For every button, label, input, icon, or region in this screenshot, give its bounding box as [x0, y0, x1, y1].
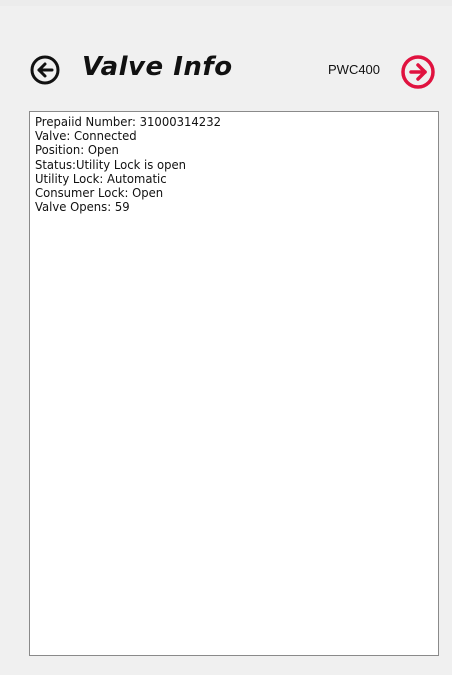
valve-connection-line: Valve: Connected [35, 128, 137, 144]
device-model-label: PWC400 [328, 62, 381, 77]
page-title: Valve Info [82, 52, 233, 82]
top-strip [0, 0, 452, 6]
back-button[interactable] [29, 54, 61, 86]
prepaid-number-line: Prepaiid Number: 31000314232 [35, 114, 221, 129]
forward-button[interactable] [400, 54, 436, 90]
arrow-left-circle-icon [30, 55, 60, 85]
consumer-lock-line: Consumer Lock: Open [35, 185, 164, 201]
arrow-right-circle-icon [401, 55, 435, 89]
valve-position-line: Position: Open [35, 142, 119, 158]
valve-info-text-area[interactable]: Prepaiid Number: 31000314232 Valve: Conn… [29, 111, 439, 656]
status-line: Status:Utility Lock is open [35, 156, 187, 172]
valve-opens-line: Valve Opens: 59 [35, 199, 130, 215]
utility-lock-line: Utility Lock: Automatic [35, 170, 167, 186]
